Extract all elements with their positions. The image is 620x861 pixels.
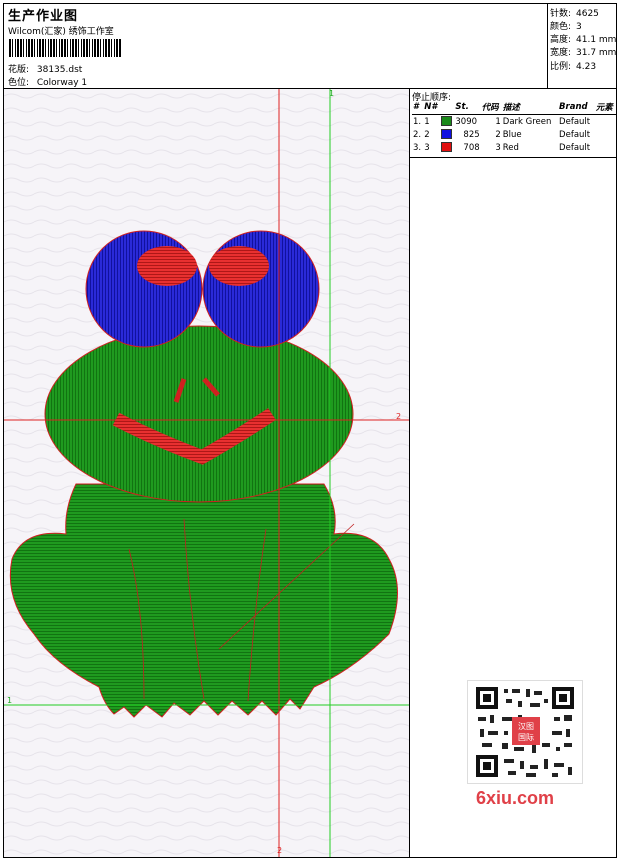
sheet-header: 生产作业图 Wilcom(汇家) 绣饰工作室 花版: 38135.dst 色位:… (4, 4, 616, 89)
table-row[interactable]: 2. 2 825 2 Blue Default (412, 128, 616, 141)
col-color (439, 100, 455, 115)
color-swatch-blue (440, 129, 452, 140)
color-swatch-green (440, 116, 452, 127)
colorway-value: Colorway 1 (36, 78, 88, 88)
stat-width: 宽度: 31.7 mm (550, 48, 617, 58)
frog-head (44, 325, 354, 503)
design-file-value: 38135.dst (36, 65, 83, 75)
guide-label-left: 1 (7, 696, 13, 705)
col-st: St. (454, 100, 481, 115)
guide-label-top: 1 (329, 89, 335, 98)
stats-panel: 针数: 4625 颜色: 3 高度: 41.1 mm 宽度: 31.7 mm 比例: 4.… (547, 4, 617, 88)
design-canvas[interactable]: 1 2 1 2 (4, 89, 410, 857)
left-pupil (137, 246, 197, 286)
stat-colors: 颜色: 3 (550, 22, 582, 32)
col-n: N# (423, 100, 440, 115)
qr-code-image: 汉图 国际 (467, 680, 583, 784)
panel-divider (410, 157, 616, 158)
qr-code-icon: 汉图 国际 (476, 687, 574, 777)
col-element: 元素 (594, 100, 616, 115)
design-file-label: 花版: (8, 65, 30, 75)
table-row[interactable]: 1. 1 3090 1 Dark Green Default (412, 115, 616, 129)
col-code: 代码 (480, 100, 502, 115)
design-file-row: 花版: 38135.dst (8, 62, 82, 75)
watermark-site: 6xiu.com (476, 788, 555, 808)
stat-scale: 比例: 4.23 (550, 62, 597, 72)
col-desc: 描述 (501, 100, 559, 115)
guide-label-right: 2 (396, 412, 402, 421)
color-table: # N# St. 代码 描述 Brand 元素 1. 1 3090 1 Dark… (412, 100, 616, 154)
right-pupil (209, 246, 269, 286)
studio-name: Wilcom(汇家) 绣饰工作室 (8, 27, 114, 37)
sheet-title: 生产作业图 (8, 9, 79, 24)
right-eye (202, 230, 320, 348)
color-swatch-red (440, 142, 452, 153)
colorway-row: 色位: Colorway 1 (8, 75, 87, 88)
stat-stitches: 针数: 4625 (550, 9, 599, 19)
guide-label-bottom: 2 (277, 846, 283, 855)
color-table-header: # N# St. 代码 描述 Brand 元素 (412, 100, 616, 115)
colorway-label: 色位: (8, 78, 30, 88)
frog-embroidery-preview (4, 89, 409, 857)
table-row[interactable]: 3. 3 708 3 Red Default (412, 141, 616, 154)
barcode (9, 39, 121, 57)
svg-text:汉图: 汉图 (518, 722, 534, 731)
stat-height: 高度: 41.1 mm (550, 35, 617, 45)
col-num: # (412, 100, 424, 115)
svg-text:国际: 国际 (518, 733, 534, 742)
col-brand: Brand (558, 100, 595, 115)
left-eye (85, 230, 203, 348)
